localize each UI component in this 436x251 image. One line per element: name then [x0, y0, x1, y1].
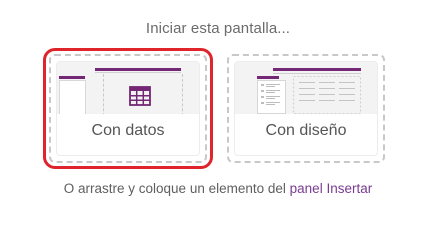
with-layout-thumbnail — [235, 62, 377, 114]
drag-drop-hint-text: O arrastre y coloque un elemento del — [63, 181, 286, 196]
with-layout-card-body: Con diseño — [235, 62, 377, 155]
drag-drop-hint: O arrastre y coloque un elemento del pan… — [0, 181, 436, 196]
insert-panel-link[interactable]: panel Insertar — [290, 181, 373, 196]
with-layout-card[interactable]: Con diseño — [227, 54, 385, 163]
with-data-thumbnail — [57, 62, 199, 114]
with-data-label: Con datos — [91, 122, 165, 139]
screen-start-heading: Iniciar esta pantalla... — [145, 20, 291, 37]
with-layout-label: Con diseño — [265, 122, 347, 139]
with-data-card-body: Con datos — [57, 62, 199, 155]
table-icon — [129, 86, 151, 106]
layout-icon — [257, 68, 361, 114]
with-data-card[interactable]: Con datos — [43, 48, 213, 169]
